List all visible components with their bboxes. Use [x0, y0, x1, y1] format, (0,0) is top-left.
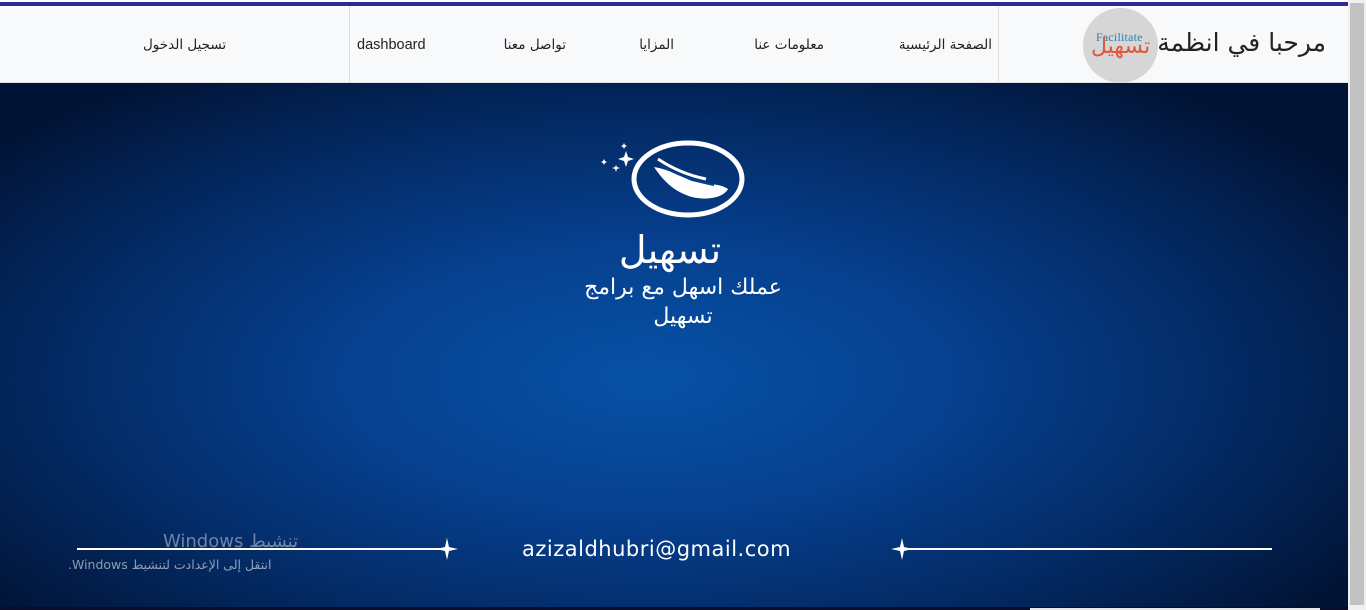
hero-subtitle-line1: عملك اسهل مع برامج — [584, 275, 782, 300]
nav-divider — [349, 6, 350, 83]
windows-activation-subtitle: انتقل إلى الإعدادت لتنشيط Windows. — [68, 557, 272, 572]
hero-subtitle-line2: تسهيل — [653, 304, 713, 329]
hero-title: تسهيل — [618, 228, 722, 272]
sparkle-left-icon — [436, 538, 458, 560]
nav-about[interactable]: معلومات عنا — [754, 37, 824, 53]
contact-email-link[interactable]: azizaldhubri@gmail.com — [522, 537, 791, 561]
windows-activation-title: تنشيط Windows — [163, 531, 299, 552]
nav-home[interactable]: الصفحة الرئيسية — [899, 37, 992, 53]
brand-logo[interactable]: Facilitate تسهيل — [1083, 8, 1158, 83]
nav-features[interactable]: المزايا — [639, 37, 674, 53]
hand-logo-icon — [601, 140, 745, 218]
divider-right — [902, 548, 1272, 550]
page: Facilitate تسهيل مرحبا في انظمة الصفحة ا… — [0, 0, 1366, 610]
nav-contact[interactable]: تواصل معنا — [504, 37, 566, 53]
hero-section: تسهيل عملك اسهل مع برامج تسهيل azizaldhu… — [0, 83, 1348, 610]
logo-text-ar: تسهيل — [1091, 34, 1151, 59]
nav-dashboard[interactable]: dashboard — [357, 37, 426, 53]
scrollbar-thumb[interactable] — [1350, 3, 1364, 605]
vertical-scrollbar[interactable] — [1348, 0, 1366, 610]
navbar: Facilitate تسهيل مرحبا في انظمة الصفحة ا… — [0, 6, 1348, 83]
brand-title: مرحبا في انظمة — [1157, 28, 1326, 57]
nav-login[interactable]: تسجيل الدخول — [143, 37, 226, 53]
brand[interactable]: Facilitate تسهيل مرحبا في انظمة — [998, 6, 1348, 83]
hero-subtitle: عملك اسهل مع برامج تسهيل — [538, 273, 828, 331]
